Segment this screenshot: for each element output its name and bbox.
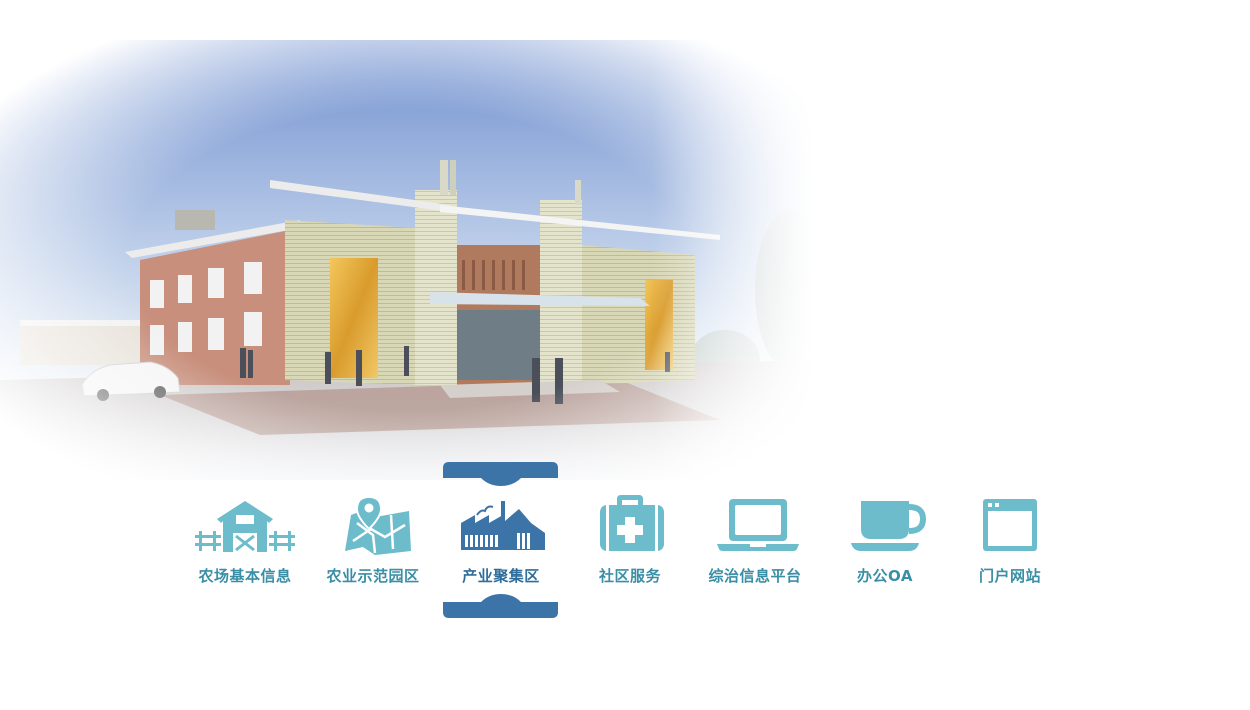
hero-building-illustration <box>0 40 815 480</box>
nav-item-industry-cluster[interactable]: 产业聚集区 <box>441 495 561 590</box>
factory-icon <box>461 501 545 550</box>
laptop-icon <box>717 499 799 551</box>
active-indicator-top <box>443 462 558 486</box>
browser-window-icon <box>983 499 1037 551</box>
coffee-cup-icon <box>851 501 927 551</box>
nav-label: 门户网站 <box>978 567 1041 585</box>
nav-label: 社区服务 <box>598 567 661 585</box>
nav-item-portal-site[interactable]: 门户网站 <box>950 495 1070 590</box>
nav-item-office-oa[interactable]: 办公OA <box>825 495 945 590</box>
nav-item-governance-platform[interactable]: 综治信息平台 <box>695 495 815 590</box>
nav-label: 农业示范园区 <box>326 567 420 585</box>
nav-label: 农场基本信息 <box>198 567 292 585</box>
active-indicator-bottom <box>443 594 558 618</box>
nav-label: 产业聚集区 <box>462 567 540 585</box>
nav-item-demo-park[interactable]: 农业示范园区 <box>313 495 433 590</box>
main-nav: 农场基本信息 农业示范园区 产业聚集区 社区服务 综治信息平台 办公OA 门户网… <box>190 462 1060 618</box>
nav-item-community-service[interactable]: 社区服务 <box>570 495 690 590</box>
barn-icon <box>195 501 295 552</box>
nav-label: 综治信息平台 <box>708 567 802 585</box>
nav-label: 办公OA <box>857 567 913 585</box>
map-pin-icon <box>345 495 411 555</box>
nav-item-farm-info[interactable]: 农场基本信息 <box>185 495 305 590</box>
first-aid-kit-icon <box>600 495 664 551</box>
